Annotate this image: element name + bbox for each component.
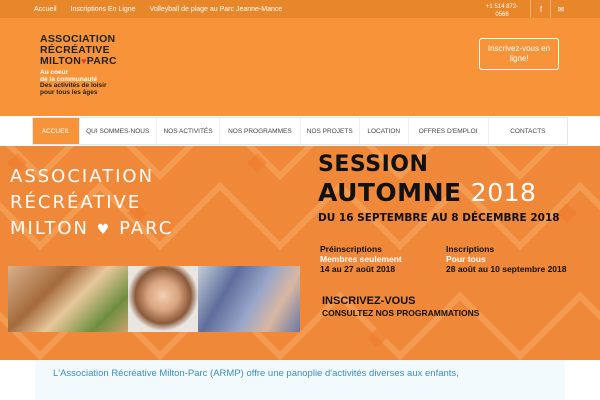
logo-line-3: Milton♥Parc <box>40 56 117 67</box>
nav-item-nos-projets[interactable]: NOS PROJETS <box>301 118 360 144</box>
nav-item-offres-emploi[interactable]: OFFRES D'EMPLOI <box>409 118 489 144</box>
registration-sub: Pour tous <box>446 254 486 264</box>
nav-item-qui-sommes-nous[interactable]: QUI SOMMES-NOUS <box>80 118 157 144</box>
nav-item-nos-programmes[interactable]: NOS PROGRAMMES <box>220 118 301 144</box>
session-season: AUTOMNE 2018 <box>318 178 560 208</box>
preregistration-label: Préinscriptions <box>320 244 382 254</box>
registration-dates: 28 août au 10 septembre 2018 <box>446 264 567 274</box>
intro-text: L'Association Récréative Milton-Parc (AR… <box>53 368 459 379</box>
preregistration-dates: 14 au 27 août 2018 <box>320 264 396 274</box>
facebook-icon[interactable]: f <box>530 0 551 18</box>
main-nav: ACCUEIL QUI SOMMES-NOUS NOS ACTIVITÉS NO… <box>0 116 600 146</box>
intro-section: L'Association Récréative Milton-Parc (AR… <box>35 360 565 400</box>
banner-programs-link[interactable]: CONSULTEZ NOS PROGRAMMATIONS <box>322 308 479 318</box>
register-online-button[interactable]: Inscrivez-vous en ligne! <box>479 38 559 70</box>
activity-photos <box>8 266 300 332</box>
top-bar: Accueil Inscriptions En Ligne Volleyball… <box>0 0 600 18</box>
phone-number: +1 514 872-0566 <box>485 4 519 18</box>
banner-title-line-1: Association <box>10 166 155 187</box>
registration-block: Inscriptions Pour tous 28 août au 10 sep… <box>446 244 566 274</box>
session-dates: DU 16 SEPTEMBRE AU 8 DÉCEMBRE 2018 <box>318 212 560 224</box>
banner-parc: Parc <box>119 218 174 239</box>
registration-label: Inscriptions <box>446 244 495 254</box>
banner-register-link[interactable]: INSCRIVEZ-VOUS <box>322 295 416 307</box>
banner-heart-icon: ♥ <box>96 222 112 238</box>
session-year: 2018 <box>470 178 537 207</box>
banner-title-line-2: Récréative <box>10 192 142 213</box>
session-label: SESSION <box>318 152 429 177</box>
site-header: Association Récréative Milton♥Parc Au co… <box>0 18 600 116</box>
session-banner[interactable]: Association Récréative Milton ♥ Parc SES… <box>0 146 600 360</box>
session-heading: SESSION AUTOMNE 2018 DU 16 SEPTEMBRE AU … <box>318 152 560 226</box>
banner-milton: Milton <box>10 218 90 239</box>
smiling-woman-photo <box>128 266 198 332</box>
children-activity-photo <box>8 266 128 332</box>
nav-bar: ACCUEIL QUI SOMMES-NOUS NOS ACTIVITÉS NO… <box>32 117 568 145</box>
nav-item-location[interactable]: LOCATION <box>360 118 409 144</box>
email-icon[interactable]: ✉ <box>550 0 571 18</box>
logo-milton: Milton <box>40 55 82 67</box>
fitness-class-photo <box>198 266 300 332</box>
banner-title-line-3: Milton ♥ Parc <box>10 216 173 243</box>
tagline-4: pour tous les âges <box>40 88 98 96</box>
nav-item-nos-activites[interactable]: NOS ACTIVITÉS <box>157 118 221 144</box>
session-autumn: AUTOMNE <box>318 178 462 207</box>
top-links: Accueil Inscriptions En Ligne Volleyball… <box>34 0 296 18</box>
nav-item-accueil[interactable]: ACCUEIL <box>33 118 80 144</box>
site-logo[interactable]: Association Récréative Milton♥Parc Au co… <box>40 34 117 96</box>
logo-parc: Parc <box>86 55 117 67</box>
top-link-home[interactable]: Accueil <box>34 6 57 13</box>
banner-association-title: Association Récréative Milton ♥ Parc <box>10 164 173 243</box>
top-link-registration[interactable]: Inscriptions En Ligne <box>71 6 136 13</box>
preregistration-block: Préinscriptions Membres seulement 14 au … <box>320 244 402 274</box>
preregistration-sub: Membres seulement <box>320 254 402 264</box>
nav-item-contacts[interactable]: CONTACTS <box>489 118 567 144</box>
top-link-volleyball[interactable]: Volleyball de plage au Parc Jeanne-Mance <box>150 6 283 13</box>
